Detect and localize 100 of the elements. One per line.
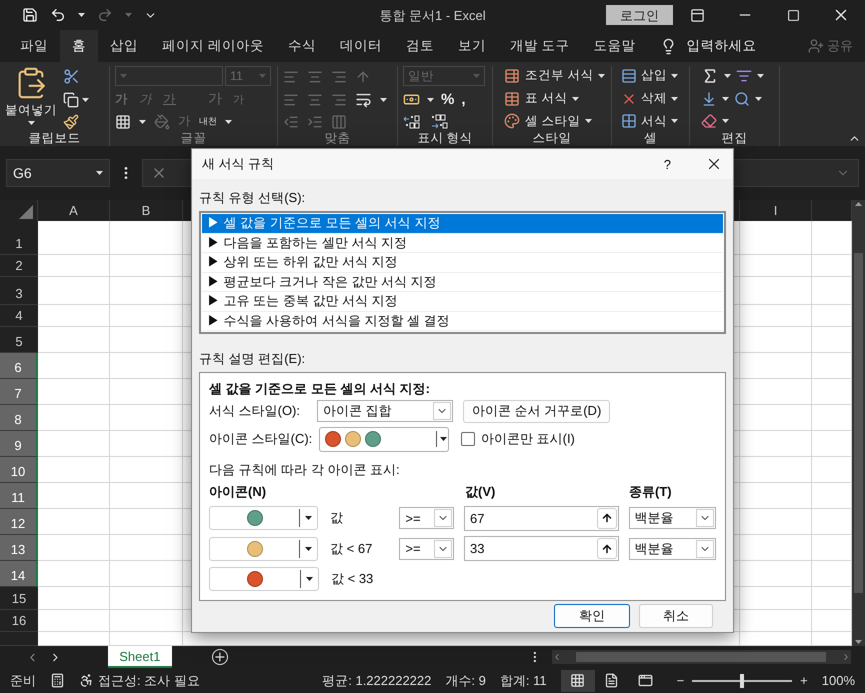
grid-cell[interactable] (740, 277, 812, 305)
scroll-up-icon[interactable] (855, 202, 862, 206)
row-header[interactable]: 6 (0, 353, 38, 379)
grid-cell[interactable] (110, 277, 183, 305)
grid-cell[interactable] (740, 405, 812, 431)
grid-cell[interactable] (812, 587, 852, 610)
zoom-thumb[interactable] (740, 674, 744, 688)
grid-cell[interactable] (110, 632, 183, 646)
align-middle-icon[interactable] (307, 68, 323, 85)
align-top-icon[interactable] (283, 68, 299, 85)
row-header[interactable]: 8 (0, 405, 38, 431)
row-header[interactable]: 10 (0, 457, 38, 483)
grid-cell[interactable] (183, 632, 740, 646)
grid-cell[interactable] (38, 610, 110, 632)
orientation-icon[interactable] (355, 68, 371, 85)
cell-menu-button[interactable]: 삽입 (641, 67, 667, 84)
grid-cell[interactable] (38, 327, 110, 353)
grid-cell[interactable] (38, 221, 110, 255)
grid-cell[interactable] (740, 221, 812, 255)
scroll-down-icon[interactable] (855, 640, 862, 644)
icon-select[interactable] (209, 566, 319, 591)
border-icon[interactable] (115, 114, 131, 130)
grid-cell[interactable] (812, 379, 852, 405)
cell-menu-button[interactable]: 삭제 (641, 90, 667, 107)
grid-cell[interactable] (110, 509, 183, 535)
ribbon-tab[interactable]: 검토 (394, 30, 446, 62)
accessibility-status[interactable]: 접근성: 조사 필요 (98, 672, 200, 690)
grid-cell[interactable] (110, 610, 183, 632)
grid-cell[interactable] (740, 457, 812, 483)
name-box[interactable]: G6 (6, 159, 110, 187)
grid-cell[interactable] (740, 632, 812, 646)
grid-cell[interactable] (740, 353, 812, 379)
operator-select[interactable]: >= (399, 538, 454, 560)
grid-cell[interactable] (740, 255, 812, 277)
undo-icon[interactable] (50, 7, 66, 23)
fill-color-icon[interactable] (154, 114, 170, 130)
vertical-scrollbar[interactable] (852, 200, 865, 646)
scissors-icon[interactable] (63, 68, 80, 85)
grid-cell[interactable] (110, 587, 183, 610)
grid-cell[interactable] (812, 277, 852, 305)
rule-type-item[interactable]: ▶ 평균보다 크거나 작은 값만 서식 지정 (202, 272, 723, 292)
grid-cell[interactable] (38, 379, 110, 405)
grid-cell[interactable] (110, 431, 183, 457)
grid-cell[interactable] (740, 509, 812, 535)
decimal-increase-icon[interactable] (403, 114, 421, 130)
eraser-icon[interactable] (701, 113, 717, 130)
select-all-icon[interactable] (18, 205, 32, 219)
grid-cell[interactable] (740, 561, 812, 587)
grid-cell[interactable] (110, 483, 183, 509)
align-right-icon[interactable] (331, 92, 347, 108)
rule-type-list[interactable]: ▶ 셀 값을 기준으로 모든 셀의 서식 지정 ▶ 다음을 포함하는 셀만 서식 지정 ▶ 상위 또는 하위 값만 서식 지정 ▶ 평균보다 크거나 작은 값만 서식 지정 ▶ 고유 또는 중복 값만 서식 지정 ▶ 수식을 사용하여 서식을 지정할 셀 결정 (199, 211, 726, 334)
ribbon-tab[interactable]: 홈 (60, 30, 98, 62)
grid-cell[interactable] (110, 327, 183, 353)
ok-button[interactable]: 확인 (554, 604, 630, 628)
value-field[interactable]: 67 (464, 506, 619, 531)
percent-button[interactable]: % (441, 91, 454, 108)
ribbon-tab[interactable]: 개발 도구 (498, 30, 582, 62)
grid-cell[interactable] (812, 535, 852, 561)
grid-cell[interactable] (110, 255, 183, 277)
macro-icon[interactable] (50, 673, 65, 688)
range-picker-icon[interactable] (600, 542, 613, 555)
grid-cell[interactable] (38, 431, 110, 457)
icon-select[interactable] (209, 506, 318, 530)
grid-cell[interactable] (740, 610, 812, 632)
ribbon-tab[interactable]: 도움말 (582, 30, 648, 62)
grid-cell[interactable] (812, 632, 852, 646)
ribbon-tab[interactable]: 보기 (446, 30, 498, 62)
sort-filter-icon[interactable] (736, 68, 752, 84)
grid-cell[interactable] (740, 535, 812, 561)
grid-cell[interactable] (38, 277, 110, 305)
grid-cell[interactable] (38, 305, 110, 327)
copy-icon[interactable] (63, 92, 79, 108)
grid-cell[interactable] (812, 509, 852, 535)
format-style-select[interactable]: 아이콘 집합 (317, 400, 453, 422)
grid-cell[interactable] (812, 305, 852, 327)
help-button[interactable]: ? (664, 156, 671, 172)
grid-cell[interactable] (38, 509, 110, 535)
cell-menu-button[interactable]: 서식 (641, 112, 667, 130)
search-icon[interactable] (734, 90, 750, 106)
align-center-icon[interactable] (307, 92, 323, 108)
icon-style-select[interactable] (319, 426, 449, 452)
grid-cell[interactable] (812, 561, 852, 587)
grid-cell[interactable] (38, 353, 110, 379)
grid-cell[interactable] (740, 431, 812, 457)
grid-cell[interactable] (812, 610, 852, 632)
merge-icon[interactable] (331, 114, 347, 130)
grid-cell[interactable] (110, 379, 183, 405)
wrap-text-icon[interactable] (355, 91, 372, 108)
grid-cell[interactable] (812, 255, 852, 277)
style-menu-button[interactable]: 표 서식 (525, 90, 568, 107)
grid-cell[interactable] (740, 483, 812, 509)
grid-cell[interactable] (110, 353, 183, 379)
grid-cell[interactable] (740, 305, 812, 327)
ribbon-tab[interactable]: 삽입 (98, 30, 150, 62)
cancel-button[interactable]: 취소 (639, 604, 713, 628)
ribbon-tab[interactable]: 수식 (276, 30, 328, 62)
row-header[interactable]: 14 (0, 561, 38, 587)
fill-icon[interactable] (701, 90, 717, 106)
rule-type-item[interactable]: ▶ 상위 또는 하위 값만 서식 지정 (202, 253, 723, 272)
grid-cell[interactable] (38, 457, 110, 483)
